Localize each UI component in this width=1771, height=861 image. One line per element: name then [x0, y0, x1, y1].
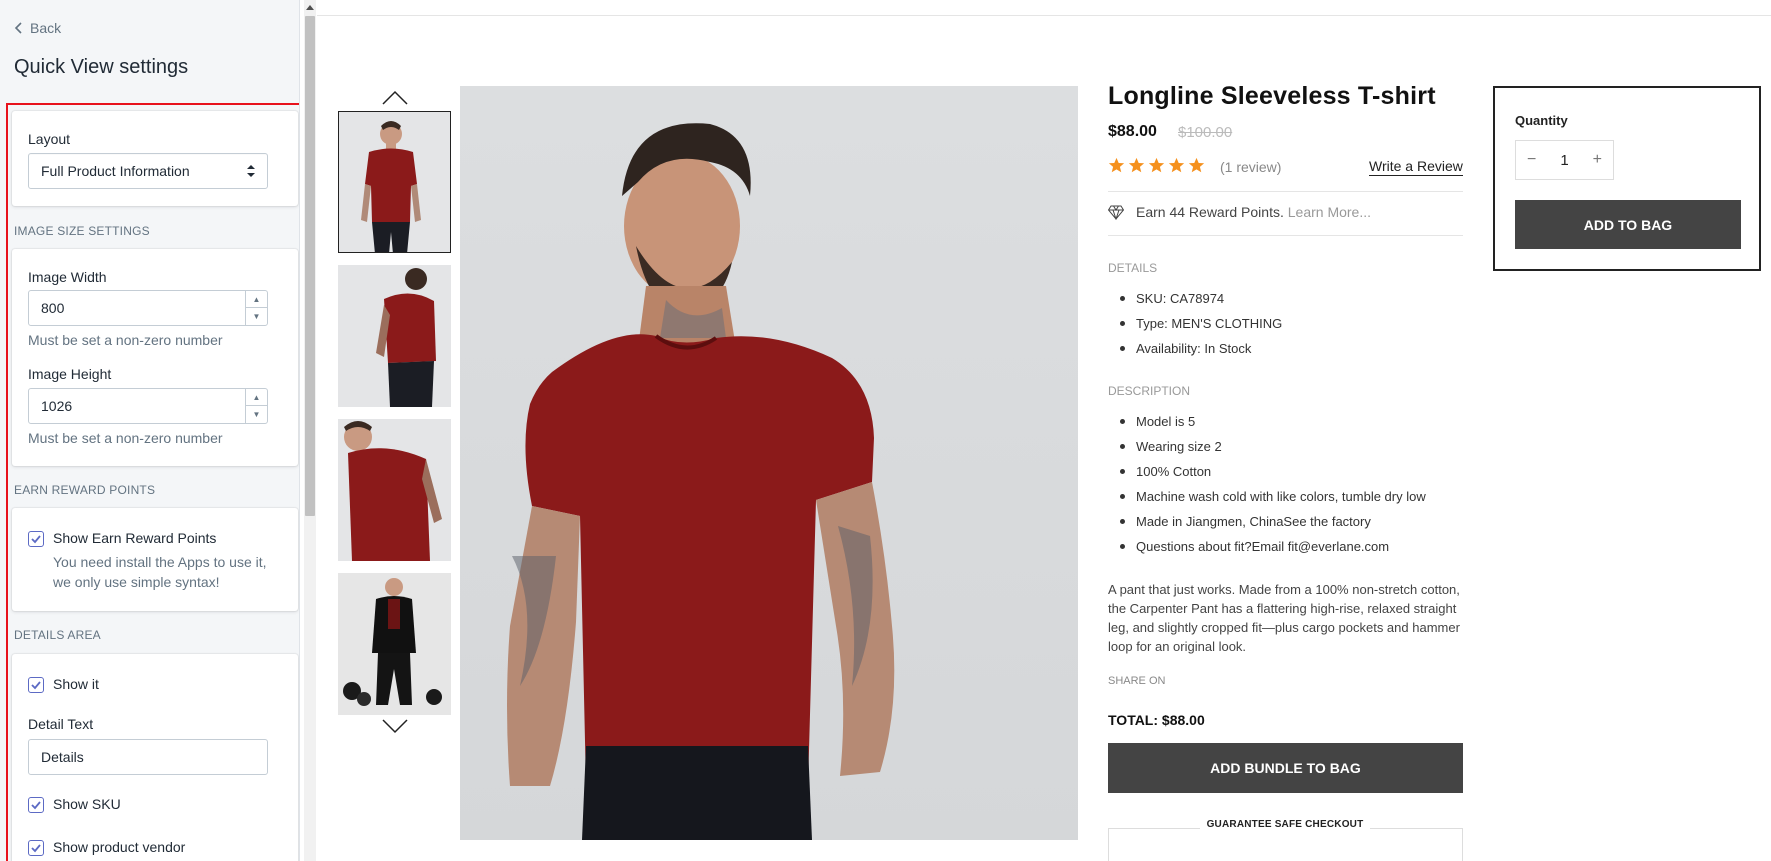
star-icon	[1148, 157, 1165, 173]
detail-availability: Availability: In Stock	[1108, 336, 1282, 361]
reward-points-row: Earn 44 Reward Points. Learn More...	[1108, 204, 1371, 220]
review-count[interactable]: (1 review)	[1220, 159, 1281, 175]
quantity-value[interactable]: 1	[1560, 152, 1568, 169]
details-list: SKU: CA78974 Type: MEN'S CLOTHING Availa…	[1108, 286, 1282, 361]
divider	[1108, 235, 1463, 236]
share-on-label: SHARE ON	[1108, 675, 1166, 687]
description-list: Model is 5 Wearing size 2 100% Cotton Ma…	[1108, 409, 1426, 559]
settings-sidebar: Back Quick View settings Layout Full Pro…	[0, 0, 300, 861]
purchase-card: Quantity − 1 + ADD TO BAG	[1493, 86, 1761, 271]
rating-stars	[1108, 157, 1205, 174]
detail-type: Type: MEN'S CLOTHING	[1108, 311, 1282, 336]
thumbnail-2[interactable]	[338, 265, 451, 407]
thumbnail-1[interactable]	[338, 111, 451, 253]
description-heading: DESCRIPTION	[1108, 384, 1191, 398]
sidebar-title: Quick View settings	[14, 56, 189, 78]
bundle-total: TOTAL: $88.00	[1108, 712, 1205, 728]
model-closeup-thumbnail	[338, 419, 451, 561]
divider	[1108, 191, 1463, 192]
star-icon	[1108, 157, 1125, 173]
chevron-left-icon	[14, 22, 22, 34]
detail-sku: SKU: CA78974	[1108, 286, 1282, 311]
thumbnail-4[interactable]	[338, 573, 451, 715]
reward-points-text: Earn 44 Reward Points.	[1136, 204, 1284, 220]
thumbnail-down-arrow-icon[interactable]	[382, 718, 408, 734]
diamond-icon	[1108, 205, 1124, 220]
quantity-stepper[interactable]: − 1 +	[1515, 140, 1614, 180]
back-link[interactable]: Back	[14, 20, 61, 36]
add-bundle-to-bag-button[interactable]: ADD BUNDLE TO BAG	[1108, 743, 1463, 793]
description-item: Made in Jiangmen, ChinaSee the factory	[1108, 509, 1426, 534]
model-coat-thumbnail	[338, 573, 451, 715]
description-paragraph: A pant that just works. Made from a 100%…	[1108, 582, 1460, 654]
scroll-up-arrow-icon[interactable]	[306, 5, 314, 10]
sidebar-scroll-thumb[interactable]	[305, 16, 315, 516]
star-icon	[1128, 157, 1145, 173]
selection-highlight-frame	[6, 103, 299, 861]
details-heading: DETAILS	[1108, 261, 1158, 275]
add-to-bag-button[interactable]: ADD TO BAG	[1515, 200, 1741, 249]
main-product-image[interactable]	[460, 86, 1078, 840]
star-icon	[1168, 157, 1185, 173]
description-item: Model is 5	[1108, 409, 1426, 434]
description-item: Wearing size 2	[1108, 434, 1426, 459]
model-back-thumbnail	[338, 265, 451, 407]
back-label: Back	[30, 20, 62, 36]
description-item: 100% Cotton	[1108, 459, 1426, 484]
minus-icon[interactable]: −	[1527, 151, 1536, 169]
product-price: $88.00	[1108, 123, 1157, 140]
model-main-illustration	[507, 123, 895, 840]
thumbnail-3[interactable]	[338, 419, 451, 561]
guarantee-label: GUARANTEE SAFE CHECKOUT	[1200, 819, 1370, 830]
reward-learn-more-link[interactable]: Learn More...	[1288, 204, 1371, 220]
guarantee-box	[1108, 828, 1463, 861]
thumbnail-up-arrow-icon[interactable]	[382, 90, 408, 106]
model-front-thumbnail	[339, 112, 450, 252]
sidebar-scrollbar[interactable]	[304, 0, 316, 861]
plus-icon[interactable]: +	[1593, 151, 1602, 169]
product-compare-price: $100.00	[1178, 124, 1233, 141]
product-title: Longline Sleeveless T-shirt	[1108, 82, 1436, 110]
quantity-label: Quantity	[1515, 113, 1568, 128]
star-icon	[1188, 157, 1205, 173]
description-item: Questions about fit?Email fit@everlane.c…	[1108, 534, 1426, 559]
preview-top-bar	[317, 0, 1771, 16]
description-item: Machine wash cold with like colors, tumb…	[1108, 484, 1426, 509]
write-review-link[interactable]: Write a Review	[1369, 158, 1463, 176]
